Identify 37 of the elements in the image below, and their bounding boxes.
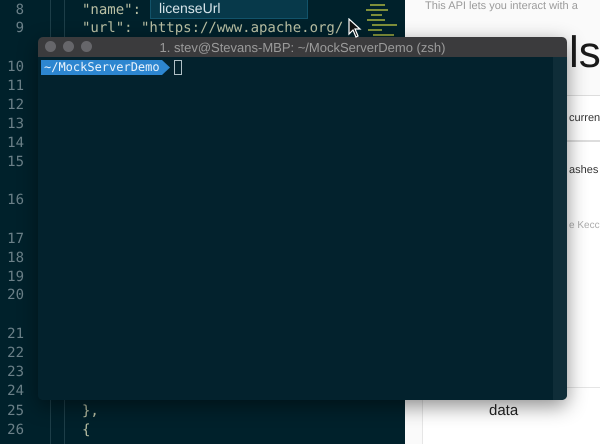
line-number: 22 bbox=[6, 345, 24, 362]
line-number: 15 bbox=[6, 154, 24, 172]
suggestion-popup[interactable]: licenseUrl bbox=[150, 0, 308, 19]
line-number: 17 bbox=[6, 230, 24, 247]
zoom-icon[interactable] bbox=[81, 41, 92, 52]
line-number: 26 bbox=[6, 422, 24, 438]
line-number: 24 bbox=[6, 383, 24, 400]
line-number: 12 bbox=[6, 97, 24, 114]
intro-text: This API lets you interact with a bbox=[425, 0, 579, 13]
table-cell: ashes bbox=[569, 164, 598, 176]
line-number: 21 bbox=[6, 326, 24, 342]
code-text: "name": bbox=[82, 2, 142, 18]
line-number: 18 bbox=[6, 250, 24, 266]
line-number: 8 bbox=[14, 2, 24, 18]
close-icon[interactable] bbox=[45, 41, 56, 52]
page-heading: ls bbox=[569, 27, 600, 79]
line-number: 13 bbox=[6, 116, 24, 132]
code-text: { bbox=[82, 422, 90, 438]
minimize-icon[interactable] bbox=[63, 41, 74, 52]
line-number: 14 bbox=[6, 135, 24, 152]
line-number: 11 bbox=[6, 78, 24, 94]
line-number: 9 bbox=[14, 20, 24, 38]
tab-label[interactable]: curren bbox=[569, 112, 600, 124]
text-cursor bbox=[174, 60, 182, 75]
line-number: 16 bbox=[6, 192, 24, 210]
line-number: 10 bbox=[6, 58, 24, 75]
line-number: 19 bbox=[6, 268, 24, 285]
code-text: }, bbox=[82, 402, 99, 419]
line-number: 20 bbox=[6, 287, 24, 306]
mouse-pointer-icon bbox=[348, 18, 362, 38]
table-cell: data bbox=[489, 402, 518, 419]
table-cell: e Kecc bbox=[569, 220, 600, 231]
line-number: 25 bbox=[6, 402, 24, 419]
line-number: 23 bbox=[6, 364, 24, 380]
prompt-arrow-icon bbox=[162, 60, 170, 75]
window-title: 1. stev@Stevans-MBP: ~/MockServerDemo (zsh) bbox=[160, 40, 446, 54]
code-text: "url": "https://www.apache.org/ bbox=[82, 20, 344, 36]
